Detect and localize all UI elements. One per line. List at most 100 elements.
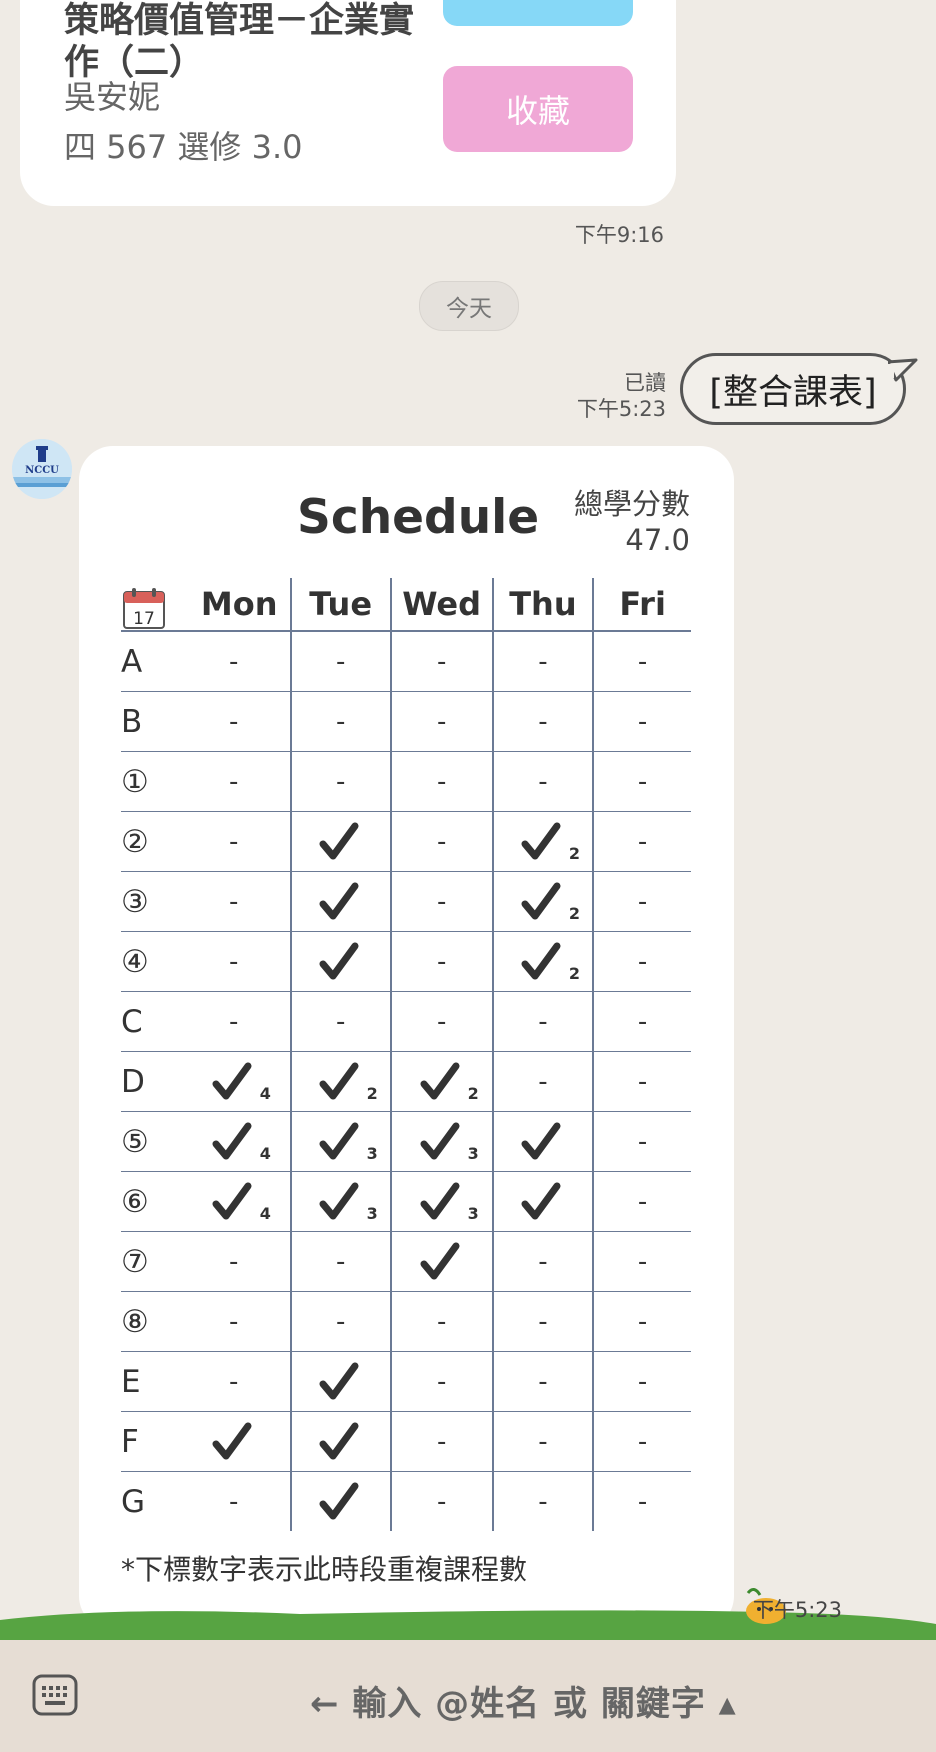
schedule-row: A----- <box>121 631 691 692</box>
bubble-tail-icon <box>888 358 918 382</box>
empty-slot: - <box>637 646 648 677</box>
schedule-cell: 2 <box>491 931 594 992</box>
avatar[interactable]: NCCU <box>12 439 72 499</box>
schedule-cell <box>491 1171 594 1232</box>
empty-slot: - <box>538 706 548 737</box>
overlap-count: 3 <box>366 1143 378 1163</box>
schedule-cell: - <box>592 991 691 1052</box>
schedule-cell <box>177 1411 291 1472</box>
schedule-title: Schedule <box>297 490 540 545</box>
empty-slot: - <box>637 766 648 797</box>
empty-slot: - <box>436 1006 447 1037</box>
overlap-count: 2 <box>568 903 581 923</box>
schedule-cell: - <box>389 691 493 752</box>
period-label: G <box>121 1483 146 1520</box>
empty-slot: - <box>637 706 648 737</box>
schedule-cell: - <box>592 1351 691 1412</box>
empty-slot: - <box>335 766 346 797</box>
day-header: Fri <box>592 578 691 632</box>
empty-slot: - <box>538 1426 548 1457</box>
check-icon: 4 <box>212 1122 271 1163</box>
schedule-cell: - <box>592 1411 691 1472</box>
schedule-cell: - <box>491 1411 594 1472</box>
empty-slot: - <box>229 766 239 797</box>
period-label: ① <box>121 751 178 812</box>
period-label: ③ <box>121 871 178 932</box>
check-icon <box>319 882 363 922</box>
schedule-cell: 3 <box>389 1111 493 1172</box>
schedule-cell: - <box>289 691 391 752</box>
schedule-row: D 4 2 2 - - <box>121 1051 691 1112</box>
schedule-note: *下標數字表示此時段重複課程數 <box>121 1553 528 1586</box>
input-bar[interactable]: ← 輸入 @姓名 或 關鍵字 ▴ <box>0 1640 936 1752</box>
schedule-cell: - <box>491 1351 594 1412</box>
schedule-row: ② - - 2 - <box>121 811 691 872</box>
schedule-row: ⑧ - - - - - <box>121 1291 691 1352</box>
day-header: Thu <box>491 578 594 632</box>
empty-slot: - <box>229 1246 239 1277</box>
schedule-row: B----- <box>121 691 691 752</box>
save-button[interactable]: 收藏 <box>443 66 633 152</box>
empty-slot: - <box>538 1306 548 1337</box>
schedule-cell: - <box>592 931 691 992</box>
credits-value: 47.0 <box>625 523 690 557</box>
check-icon: 4 <box>212 1062 271 1103</box>
avatar-label: NCCU <box>25 465 59 476</box>
day-header: Wed <box>389 578 493 632</box>
schedule-cell: 3 <box>389 1171 493 1232</box>
empty-slot: - <box>436 1426 447 1457</box>
check-icon <box>319 822 363 862</box>
check-icon <box>521 1122 565 1162</box>
day-header: Tue <box>289 578 391 632</box>
schedule-cell: - <box>289 631 391 692</box>
overlap-count: 4 <box>259 1143 271 1163</box>
empty-slot: - <box>637 826 648 857</box>
card-timestamp: 下午5:23 <box>752 1598 842 1622</box>
sent-message-bubble[interactable]: [整合課表] <box>680 353 906 425</box>
keyboard-icon[interactable] <box>32 1674 78 1716</box>
schedule-row: E---- <box>121 1351 691 1412</box>
overlap-count: 2 <box>568 843 581 863</box>
schedule-cell: - <box>491 991 594 1052</box>
empty-slot: - <box>436 1486 447 1517</box>
schedule-cell <box>491 1111 594 1172</box>
empty-slot: - <box>335 1306 346 1337</box>
check-icon <box>319 942 363 982</box>
message-input[interactable]: ← 輸入 @姓名 或 關鍵字 ▴ <box>310 1676 737 1725</box>
course-time: 四 567 選修 3.0 <box>64 128 303 166</box>
schedule-cell: - <box>491 1051 594 1112</box>
schedule-cell: 2 <box>289 1051 391 1112</box>
schedule-cell: - <box>177 871 291 932</box>
empty-slot: - <box>637 886 648 917</box>
empty-slot: - <box>637 1126 648 1157</box>
empty-slot: - <box>538 1366 548 1397</box>
empty-slot: - <box>538 1486 548 1517</box>
course-card: 策略價值管理－企業實作（二） 吳安妮 四 567 選修 3.0 Detail 收… <box>20 0 676 206</box>
check-icon <box>319 1422 363 1462</box>
empty-slot: - <box>436 1306 447 1337</box>
schedule-cell: - <box>177 1231 291 1292</box>
schedule-cell: - <box>592 1171 691 1232</box>
date-divider: 今天 <box>419 281 519 331</box>
schedule-cell: 2 <box>491 871 594 932</box>
empty-slot: - <box>538 1066 548 1097</box>
schedule-cell: - <box>491 691 594 752</box>
schedule-cell: - <box>491 1231 594 1292</box>
sent-timestamp: 下午5:23 <box>576 397 666 421</box>
schedule-card[interactable]: Schedule 總學分數 47.0 17 Mon Tue Wed Thu Fr… <box>79 446 734 1630</box>
schedule-row: G---- <box>121 1471 691 1531</box>
schedule-cell: - <box>177 811 291 872</box>
period-label: ② <box>121 811 178 872</box>
overlap-count: 3 <box>467 1143 479 1163</box>
detail-button[interactable]: Detail <box>443 0 633 26</box>
check-icon: 2 <box>521 822 580 863</box>
overlap-count: 3 <box>467 1203 479 1223</box>
check-icon: 4 <box>212 1182 271 1223</box>
schedule-row: ⑤ 4 3 3 - <box>121 1111 691 1172</box>
schedule-cell: 4 <box>177 1111 291 1172</box>
empty-slot: - <box>229 826 239 857</box>
overlap-count: 4 <box>259 1083 271 1103</box>
empty-slot: - <box>538 1246 548 1277</box>
empty-slot: - <box>637 1186 648 1217</box>
schedule-row: C----- <box>121 991 691 1052</box>
